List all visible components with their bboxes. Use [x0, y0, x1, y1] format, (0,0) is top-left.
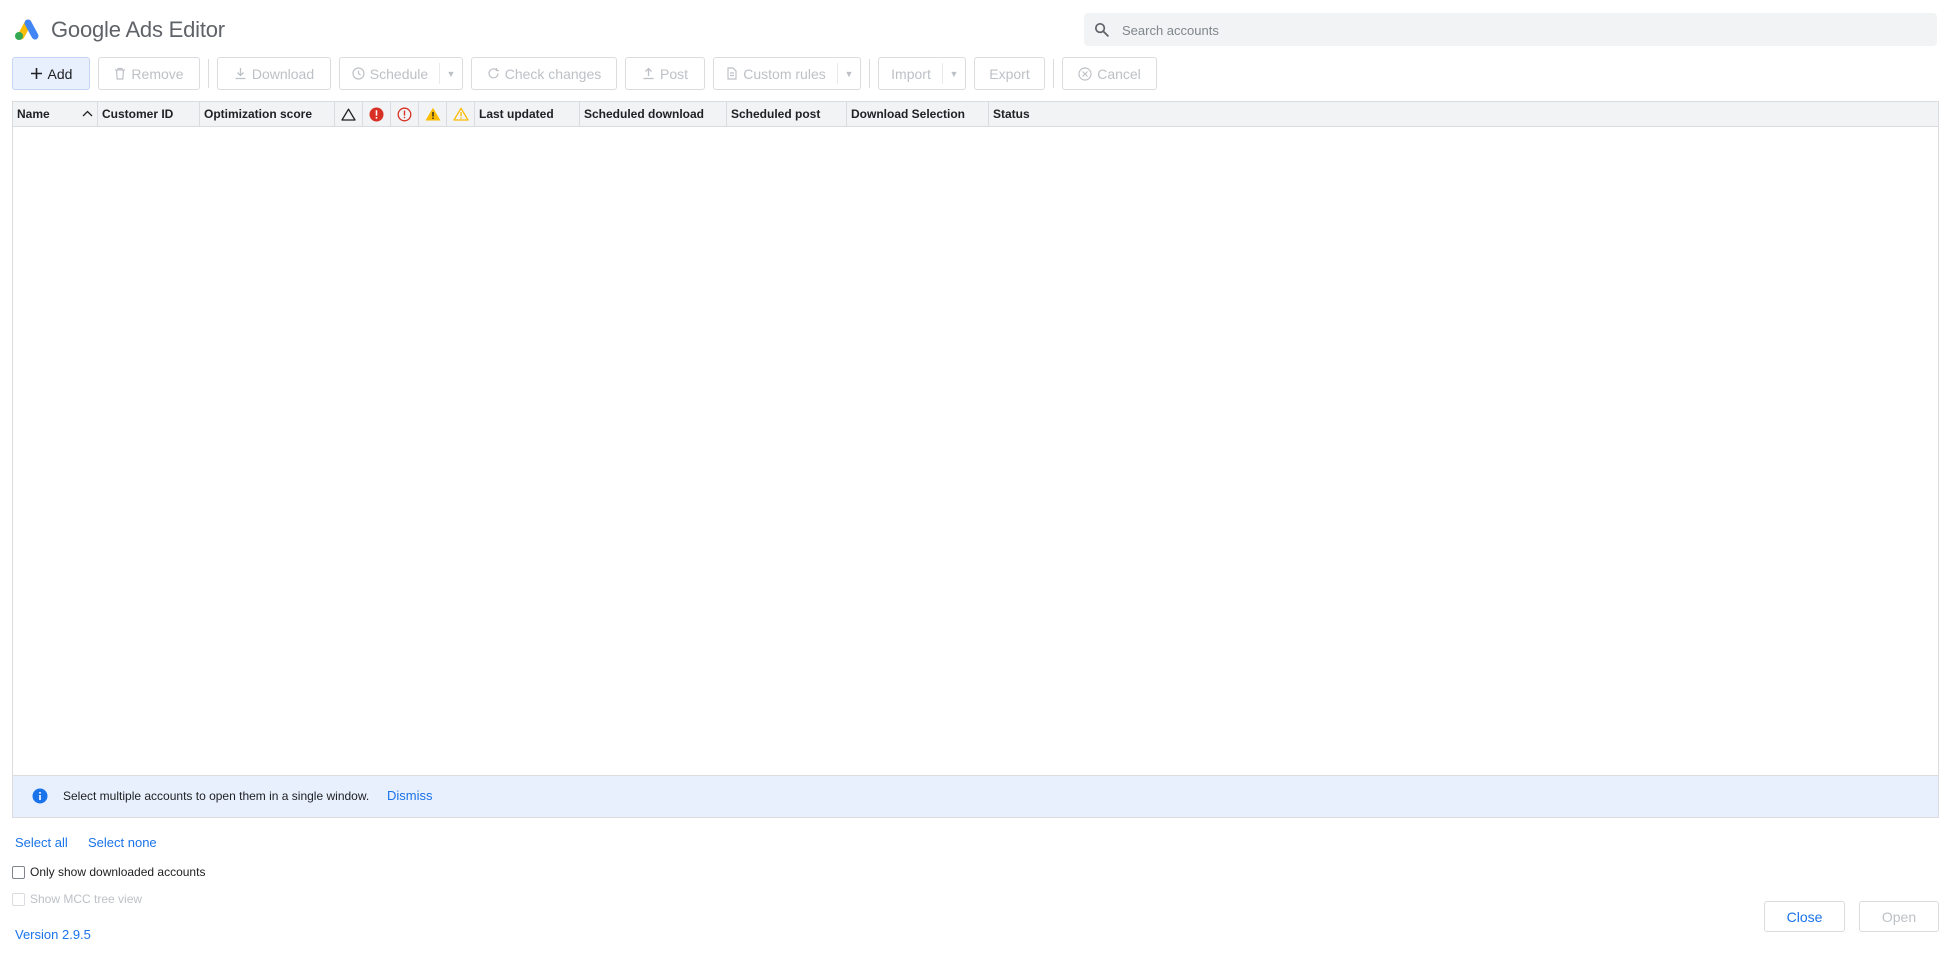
import-button-label: Import	[891, 65, 931, 82]
column-last-updated-label: Last updated	[479, 107, 554, 121]
export-button-label: Export	[989, 65, 1030, 82]
toolbar-divider	[1053, 59, 1054, 88]
info-icon	[32, 788, 48, 804]
column-status[interactable]: Status	[989, 102, 1938, 126]
column-optimization-score-label: Optimization score	[204, 107, 313, 121]
schedule-button[interactable]: Schedule ▼	[339, 57, 463, 90]
dismiss-link[interactable]: Dismiss	[387, 788, 433, 803]
warning-yellow-outline-icon	[452, 107, 469, 121]
schedule-dropdown-icon[interactable]: ▼	[440, 58, 462, 89]
custom-rules-button[interactable]: Custom rules ▼	[713, 57, 861, 90]
app-title: Google Ads Editor	[51, 17, 225, 42]
search-icon	[1094, 22, 1109, 37]
column-warnings-yellow-outline[interactable]	[447, 102, 475, 126]
cancel-button-label: Cancel	[1097, 65, 1141, 82]
remove-button-label: Remove	[131, 65, 184, 82]
remove-button[interactable]: Remove	[98, 57, 200, 90]
error-filled-icon	[369, 107, 384, 121]
check-changes-button[interactable]: Check changes	[471, 57, 617, 90]
open-button[interactable]: Open	[1859, 901, 1939, 932]
select-all-link[interactable]: Select all	[15, 835, 68, 850]
info-banner: Select multiple accounts to open them in…	[13, 775, 1938, 817]
clock-icon	[352, 67, 365, 80]
column-optimization-score[interactable]: Optimization score	[200, 102, 335, 126]
warning-filled-icon	[425, 107, 440, 121]
download-icon	[235, 68, 246, 80]
open-button-label: Open	[1881, 908, 1917, 925]
import-button[interactable]: Import ▼	[878, 57, 966, 90]
search-input[interactable]	[1120, 13, 1924, 48]
column-scheduled-download[interactable]: Scheduled download	[580, 102, 727, 126]
column-status-label: Status	[993, 107, 1030, 121]
add-button[interactable]: Add	[12, 57, 90, 90]
post-button-label: Post	[659, 65, 688, 82]
select-none-link[interactable]: Select none	[88, 835, 157, 850]
column-name-label: Name	[17, 107, 50, 121]
mcc-tree-checkbox-row[interactable]: Show MCC tree view	[12, 892, 142, 906]
google-ads-logo	[15, 19, 39, 40]
column-download-selection[interactable]: Download Selection	[847, 102, 989, 126]
custom-rules-button-label: Custom rules	[743, 65, 826, 82]
import-dropdown-icon[interactable]: ▼	[943, 58, 965, 89]
rules-document-icon	[727, 67, 737, 80]
only-downloaded-checkbox-row[interactable]: Only show downloaded accounts	[12, 865, 205, 879]
sort-ascending-icon[interactable]	[81, 107, 94, 120]
cancel-button[interactable]: Cancel	[1062, 57, 1157, 90]
cancel-circle-icon	[1078, 66, 1092, 81]
upload-icon	[643, 67, 654, 80]
refresh-icon	[488, 68, 499, 79]
column-errors-outline[interactable]	[391, 102, 419, 126]
only-downloaded-label: Only show downloaded accounts	[30, 865, 206, 879]
column-scheduled-download-label: Scheduled download	[584, 107, 705, 121]
download-button-label: Download	[251, 65, 315, 82]
info-banner-text: Select multiple accounts to open them in…	[63, 789, 370, 803]
warning-outline-icon	[341, 108, 356, 121]
download-button[interactable]: Download	[217, 57, 331, 90]
trash-icon	[115, 67, 126, 80]
schedule-button-label: Schedule	[369, 65, 429, 82]
close-button[interactable]: Close	[1764, 901, 1845, 932]
version-link[interactable]: Version 2.9.5	[15, 927, 91, 942]
table-header: Name Customer ID Optimization score Last…	[13, 102, 1938, 127]
check-changes-button-label: Check changes	[504, 65, 602, 82]
column-scheduled-post[interactable]: Scheduled post	[727, 102, 847, 126]
toolbar-divider	[208, 59, 209, 88]
accounts-table[interactable]: Name Customer ID Optimization score Last…	[12, 101, 1939, 818]
column-customer-id[interactable]: Customer ID	[98, 102, 200, 126]
column-warnings-outline[interactable]	[335, 102, 363, 126]
column-last-updated[interactable]: Last updated	[475, 102, 580, 126]
column-warnings-filled[interactable]	[419, 102, 447, 126]
column-scheduled-post-label: Scheduled post	[731, 107, 821, 121]
search-box[interactable]	[1084, 13, 1937, 48]
mcc-tree-label: Show MCC tree view	[30, 892, 143, 906]
error-outline-icon	[397, 107, 412, 121]
add-button-label: Add	[47, 65, 73, 82]
column-download-selection-label: Download Selection	[851, 107, 966, 121]
plus-icon	[30, 68, 42, 79]
only-downloaded-checkbox[interactable]	[12, 865, 25, 879]
export-button[interactable]: Export	[974, 57, 1045, 90]
custom-rules-dropdown-icon[interactable]: ▼	[838, 58, 860, 89]
column-customer-id-label: Customer ID	[102, 107, 174, 121]
column-name[interactable]: Name	[13, 102, 98, 126]
toolbar-divider	[869, 59, 870, 88]
mcc-tree-checkbox[interactable]	[12, 892, 25, 906]
column-errors-filled[interactable]	[363, 102, 391, 126]
close-button-label: Close	[1786, 908, 1823, 925]
post-button[interactable]: Post	[625, 57, 705, 90]
